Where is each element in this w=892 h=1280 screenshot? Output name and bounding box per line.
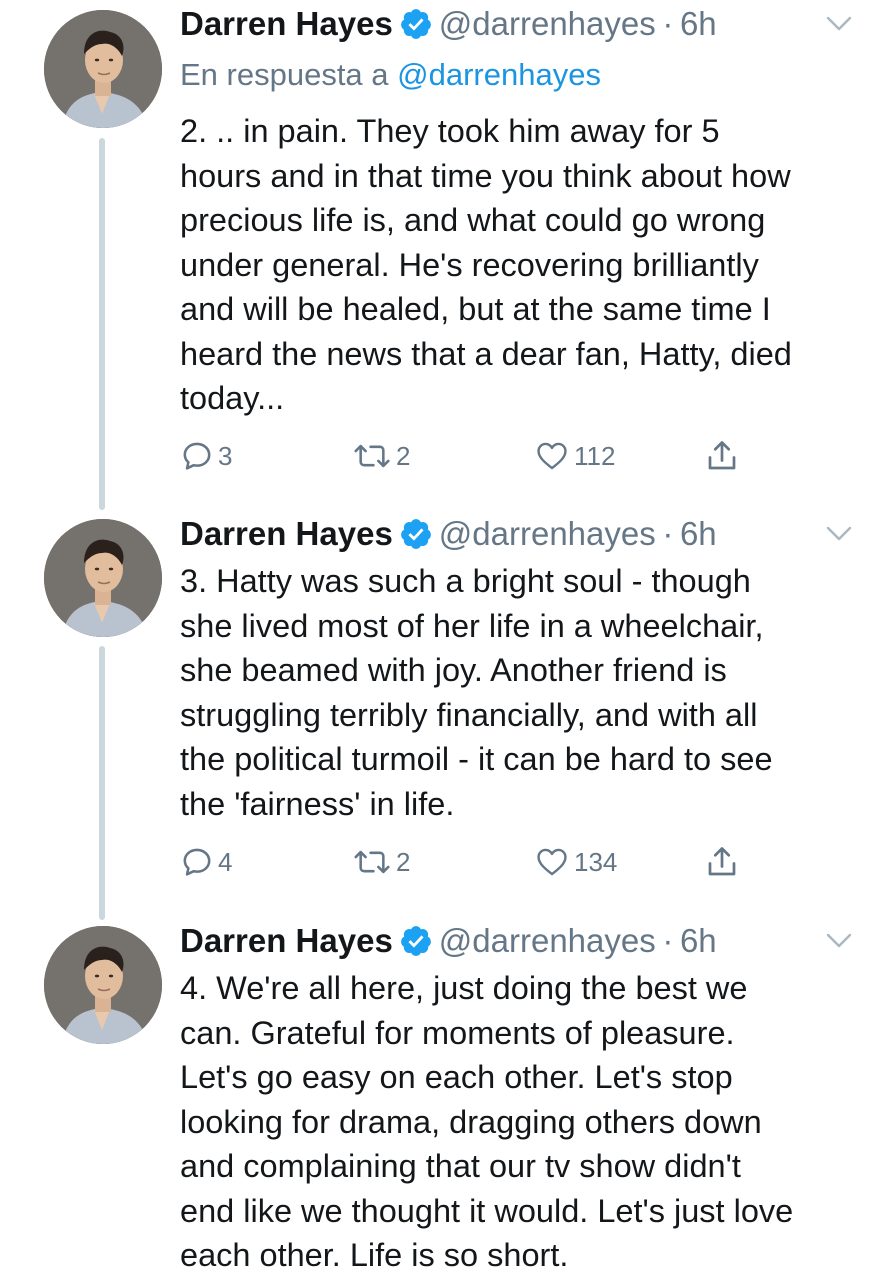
retweet-icon	[354, 444, 390, 468]
retweet-button[interactable]: 2	[352, 842, 410, 882]
avatar[interactable]	[44, 926, 162, 1044]
retweet-icon	[354, 850, 390, 874]
like-count: 134	[574, 846, 618, 877]
author-name[interactable]: Darren Hayes	[180, 515, 393, 552]
author-handle[interactable]: @darrenhayes	[439, 515, 656, 552]
reply-to-mention[interactable]: @darrenhayes	[397, 57, 601, 92]
avatar[interactable]	[44, 519, 162, 637]
share-button[interactable]	[704, 842, 740, 882]
like-button[interactable]: 112	[534, 436, 615, 476]
reply-count: 3	[218, 440, 233, 471]
retweet-count: 2	[396, 846, 411, 877]
verified-badge-icon	[400, 9, 431, 39]
heart-icon	[537, 848, 567, 876]
timestamp[interactable]: 6h	[680, 5, 717, 42]
author-handle[interactable]: @darrenhayes	[439, 5, 656, 42]
author-handle[interactable]: @darrenhayes	[439, 922, 656, 959]
timestamp[interactable]: 6h	[680, 515, 717, 552]
tweet[interactable]: Darren Hayes @darrenhayes · 6h 4. We're a…	[0, 920, 892, 1280]
thread-line	[99, 646, 105, 920]
tweet[interactable]: Darren Hayes @darrenhayes · 6h 3. Hatty w…	[0, 510, 892, 920]
tweet-text: 3. Hatty was such a bright soul - though…	[180, 563, 773, 822]
chevron-down-icon[interactable]	[826, 933, 852, 949]
author-name[interactable]: Darren Hayes	[180, 922, 393, 959]
tweet[interactable]: Darren Hayes @darrenhayes · 6h En respues…	[0, 0, 892, 510]
reply-icon	[183, 442, 211, 470]
tweet-header: Darren Hayes @darrenhayes · 6h	[180, 921, 717, 961]
timestamp[interactable]: 6h	[680, 922, 717, 959]
share-button[interactable]	[704, 436, 740, 476]
separator-dot: ·	[655, 515, 680, 552]
like-count: 112	[574, 440, 616, 471]
tweet-text: 4. We're all here, just doing the best w…	[180, 970, 794, 1273]
chevron-down-icon[interactable]	[826, 16, 852, 32]
reply-button[interactable]: 4	[180, 842, 232, 882]
action-bar: 3 2 112	[180, 436, 780, 476]
action-bar: 4 2 134	[180, 842, 780, 882]
verified-badge-icon	[400, 519, 431, 549]
author-name[interactable]: Darren Hayes	[180, 5, 393, 42]
like-button[interactable]: 134	[534, 842, 617, 882]
separator-dot: ·	[655, 5, 680, 42]
reply-icon	[183, 848, 211, 876]
tweet-text: 2. .. in pain. They took him away for 5 …	[180, 113, 792, 416]
share-icon	[708, 847, 736, 876]
avatar[interactable]	[44, 10, 162, 128]
reply-to-line: En respuesta a @darrenhayes	[180, 55, 601, 95]
share-icon	[708, 441, 736, 470]
retweet-button[interactable]: 2	[352, 436, 410, 476]
verified-badge-icon	[400, 926, 431, 956]
chevron-down-icon[interactable]	[826, 526, 852, 542]
reply-button[interactable]: 3	[180, 436, 232, 476]
separator-dot: ·	[655, 922, 680, 959]
reply-to-prefix: En respuesta a	[180, 57, 389, 92]
thread-line	[99, 138, 105, 510]
retweet-count: 2	[396, 440, 411, 471]
heart-icon	[537, 442, 567, 470]
tweet-header: Darren Hayes @darrenhayes · 6h	[180, 4, 717, 44]
tweet-header: Darren Hayes @darrenhayes · 6h	[180, 514, 717, 554]
reply-count: 4	[218, 846, 233, 877]
